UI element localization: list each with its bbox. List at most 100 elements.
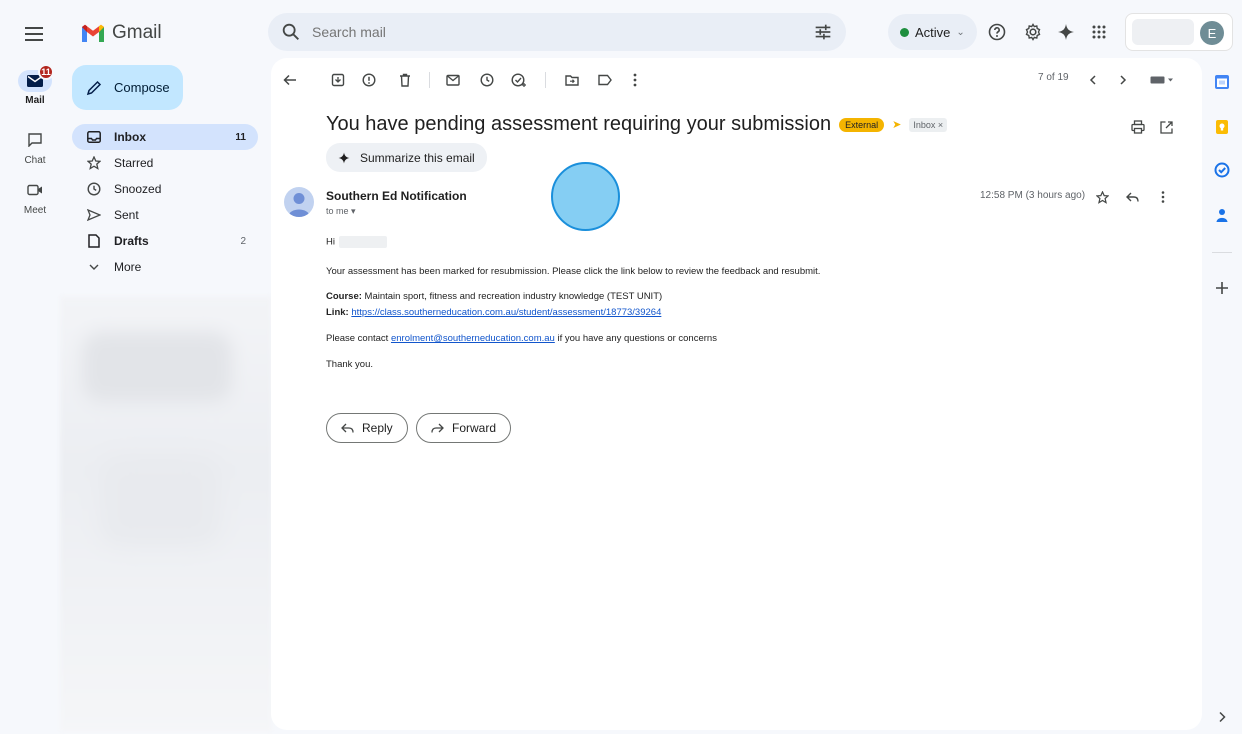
assessment-link[interactable]: https://class.southerneducation.com.au/s… [351, 307, 661, 318]
reply-quick-button[interactable] [1123, 188, 1141, 206]
contact-email-link[interactable]: enrolment@southerneducation.com.au [391, 333, 555, 344]
label-icon [598, 74, 612, 86]
gemini-button[interactable] [1055, 21, 1077, 43]
email-link-line: Link: https://class.southerneducation.co… [326, 307, 661, 318]
tasks-addon-button[interactable] [1210, 158, 1234, 182]
rail-chat-label: Chat [24, 155, 46, 166]
sidebar-item-label: More [114, 260, 142, 274]
more-actions-button[interactable] [625, 70, 645, 90]
report-spam-button[interactable] [359, 70, 379, 90]
print-icon [1131, 120, 1145, 134]
add-task-button[interactable] [509, 70, 529, 90]
help-button[interactable] [986, 21, 1008, 43]
search-icon[interactable] [280, 21, 302, 43]
settings-button[interactable] [1022, 21, 1044, 43]
more-vertical-icon [633, 73, 637, 87]
mark-unread-button[interactable] [443, 70, 463, 90]
clock-icon [480, 73, 494, 87]
recipient-details-toggle[interactable]: to me ▾ [326, 206, 356, 217]
sidebar-item-label: Sent [114, 208, 139, 222]
tasks-icon [1214, 162, 1230, 178]
reply-button[interactable]: Reply [326, 413, 408, 443]
archive-button[interactable] [328, 70, 348, 90]
redacted-name [338, 236, 387, 248]
search-bar[interactable] [268, 13, 846, 51]
sidebar-item-count: 11 [235, 131, 246, 143]
star-icon [87, 156, 101, 170]
open-in-new-icon [1159, 120, 1173, 134]
inbox-label-chip[interactable]: Inbox × [909, 117, 948, 132]
apps-button[interactable] [1088, 21, 1110, 43]
chat-icon [28, 133, 42, 147]
sparkle-icon [1058, 24, 1074, 40]
older-button[interactable] [1113, 70, 1133, 90]
print-button[interactable] [1128, 117, 1148, 137]
reply-label: Reply [362, 421, 393, 435]
main-menu-button[interactable] [22, 22, 46, 46]
keep-icon [1216, 120, 1228, 134]
sidebar-item-count: 2 [240, 235, 246, 247]
sidebar-item-more[interactable]: More [72, 254, 258, 280]
gmail-logo[interactable]: Gmail [80, 22, 162, 44]
mail-rail-button[interactable]: 11 [18, 64, 54, 92]
delete-button[interactable] [395, 70, 415, 90]
calendar-addon-button[interactable] [1210, 70, 1234, 94]
link-label: Link: [326, 307, 349, 318]
status-label: Active [915, 24, 951, 40]
get-addons-button[interactable] [1210, 276, 1234, 300]
input-tools-button[interactable] [1148, 70, 1176, 90]
sidebar-item-drafts[interactable]: Drafts 2 [72, 228, 258, 254]
message-more-button[interactable] [1154, 188, 1172, 206]
status-dot [900, 27, 909, 37]
sidebar-item-label: Drafts [114, 234, 149, 248]
open-new-window-button[interactable] [1156, 117, 1176, 137]
rail-meet[interactable]: Meet [0, 178, 70, 216]
search-options-icon[interactable] [812, 21, 834, 43]
clock-icon [87, 182, 101, 196]
person-icon [288, 193, 310, 217]
course-value: Maintain sport, fitness and recreation i… [364, 291, 663, 302]
help-icon [988, 23, 1006, 41]
chevron-right-icon [1219, 711, 1226, 723]
sidebar-item-snoozed[interactable]: Snoozed [72, 176, 258, 202]
email-signoff: Thank you. [326, 359, 373, 370]
video-icon [27, 184, 42, 196]
forward-button[interactable]: Forward [416, 413, 512, 443]
contact-suffix: if you have any questions or concerns [557, 333, 717, 344]
newer-button[interactable] [1083, 70, 1103, 90]
apps-grid-icon [1092, 25, 1106, 39]
importance-marker-icon[interactable]: ➤ [892, 118, 901, 131]
keep-addon-button[interactable] [1210, 115, 1234, 139]
status-selector[interactable]: Active ⌄ [888, 14, 977, 50]
compose-button[interactable]: Compose [72, 65, 183, 110]
sender-avatar[interactable] [284, 187, 314, 217]
chevron-left-icon [1089, 75, 1096, 85]
move-to-button[interactable] [562, 70, 582, 90]
star-icon [1095, 190, 1109, 204]
contacts-addon-button[interactable] [1210, 203, 1234, 227]
archive-icon [331, 73, 345, 87]
compose-label: Compose [114, 80, 170, 95]
show-side-panel-button[interactable] [1210, 705, 1234, 729]
star-message-button[interactable] [1093, 188, 1111, 206]
course-label: Course: [326, 291, 362, 302]
app-name: Gmail [112, 22, 162, 43]
account-area[interactable]: E [1125, 13, 1233, 51]
back-button[interactable] [280, 70, 300, 90]
labels-button[interactable] [595, 70, 615, 90]
sidebar-item-sent[interactable]: Sent [72, 202, 258, 228]
snooze-button[interactable] [477, 70, 497, 90]
message-counter: 7 of 19 [1038, 72, 1069, 83]
summarize-button[interactable]: Summarize this email [326, 143, 487, 172]
rail-mail[interactable]: 11 Mail [0, 64, 70, 106]
redacted-account-info [1132, 19, 1194, 45]
message-time: 12:58 PM (3 hours ago) [980, 190, 1086, 201]
contact-prefix: Please contact [326, 333, 389, 344]
gear-icon [1025, 23, 1041, 41]
rail-chat[interactable]: Chat [0, 128, 70, 166]
sidebar-item-starred[interactable]: Starred [72, 150, 258, 176]
forward-icon [431, 423, 444, 433]
sidebar-item-inbox[interactable]: Inbox 11 [72, 124, 258, 150]
search-input[interactable] [312, 24, 812, 40]
account-avatar[interactable]: E [1200, 21, 1224, 45]
